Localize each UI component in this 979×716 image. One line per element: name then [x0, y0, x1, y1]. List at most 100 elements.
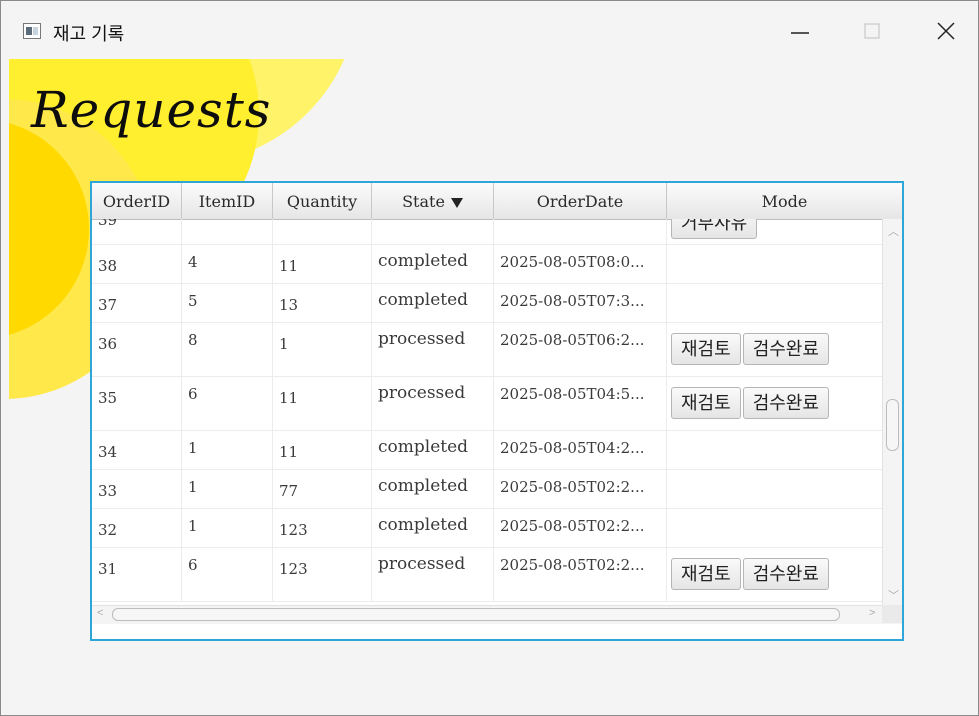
cell-itemid: 6 — [182, 377, 273, 430]
inspection-complete-button[interactable]: 검수완료 — [742, 387, 829, 419]
inspection-complete-button[interactable]: 검수완료 — [742, 558, 829, 590]
cell-orderdate: 2025-08-05T07:3... — [494, 284, 667, 322]
close-button[interactable] — [917, 11, 975, 51]
cell-quantity: 77 — [273, 470, 372, 508]
content-area: Requests OrderID ItemID Quantity State O… — [9, 59, 978, 715]
inspection-complete-button[interactable]: 검수완료 — [742, 333, 829, 365]
cell-orderid: 32 — [92, 509, 182, 547]
column-header-label: Quantity — [286, 192, 358, 211]
cell-itemid: 5 — [182, 284, 273, 322]
cell-orderdate: 2025-08-05T08:0... — [494, 219, 667, 244]
page-heading: Requests — [31, 81, 272, 139]
cell-quantity: 11 — [273, 245, 372, 283]
cell-mode — [667, 509, 882, 547]
review-again-button[interactable]: 재검토 — [671, 333, 741, 365]
close-icon — [937, 22, 955, 40]
cell-state: dismissed — [372, 219, 494, 244]
column-header-orderid[interactable]: OrderID — [92, 183, 182, 219]
column-header-label: State — [402, 192, 445, 211]
table-row[interactable]: 31 6 123 processed 2025-08-05T02:2... 재검토 검수완료 — [92, 548, 882, 602]
review-again-button[interactable]: 재검토 — [671, 387, 741, 419]
cell-mode: 재검토 검수완료 — [667, 377, 882, 430]
table-row[interactable]: 32 1 123 completed 2025-08-05T02:2... — [92, 509, 882, 548]
table-row[interactable]: 38 4 11 completed 2025-08-05T08:0... — [92, 245, 882, 284]
horizontal-scroll-thumb[interactable] — [112, 608, 840, 621]
cell-itemid: 1 — [182, 509, 273, 547]
cell-mode — [667, 470, 882, 508]
cell-orderdate: 2025-08-05T04:5... — [494, 377, 667, 430]
cell-mode — [667, 245, 882, 283]
cell-quantity: 1 — [273, 323, 372, 376]
cell-orderid: 33 — [92, 470, 182, 508]
minimize-button[interactable] — [771, 11, 829, 51]
cell-state: completed — [372, 245, 494, 283]
cell-state: completed — [372, 284, 494, 322]
cell-state: completed — [372, 431, 494, 469]
window-app-icon — [23, 23, 41, 39]
cell-orderid: 35 — [92, 377, 182, 430]
scroll-down-arrow-icon[interactable]: ﹀ — [888, 587, 899, 603]
cell-quantity: 11 — [273, 377, 372, 430]
cell-orderid: 37 — [92, 284, 182, 322]
window-title: 재고 기록 — [53, 24, 125, 44]
cell-orderid: 38 — [92, 245, 182, 283]
column-header-orderdate[interactable]: OrderDate — [494, 183, 667, 219]
table-row[interactable]: 36 8 1 processed 2025-08-05T06:2... 재검토 검수완료 — [92, 323, 882, 377]
cell-itemid: 4 — [182, 245, 273, 283]
table-body: 39 2 18 dismissed 2025-08-05T08:0... 거부사… — [92, 219, 882, 605]
app-window: 재고 기록 Requests OrderID ItemID Quantity S… — [0, 0, 979, 716]
table-row-partial[interactable]: 39 2 18 dismissed 2025-08-05T08:0... 거부사… — [92, 219, 882, 245]
reject-reason-button[interactable]: 거부사유 — [671, 219, 758, 239]
review-again-button[interactable]: 재검토 — [671, 558, 741, 590]
column-header-label: Mode — [761, 192, 808, 211]
cell-quantity: 123 — [273, 548, 372, 601]
title-bar[interactable]: 재고 기록 — [1, 1, 978, 59]
cell-orderdate: 2025-08-05T04:2... — [494, 431, 667, 469]
cell-itemid: 2 — [182, 219, 273, 244]
cell-quantity: 11 — [273, 431, 372, 469]
cell-state: processed — [372, 548, 494, 601]
cell-orderdate: 2025-08-05T02:2... — [494, 548, 667, 601]
cell-quantity: 18 — [273, 219, 372, 244]
cell-mode — [667, 284, 882, 322]
cell-itemid: 1 — [182, 431, 273, 469]
column-header-state[interactable]: State — [372, 183, 494, 219]
cell-quantity: 13 — [273, 284, 372, 322]
cell-itemid: 6 — [182, 548, 273, 601]
cell-state: completed — [372, 470, 494, 508]
cell-mode: 재검토 검수완료 — [667, 548, 882, 601]
scroll-left-arrow-icon[interactable]: < — [97, 607, 103, 619]
scroll-right-arrow-icon[interactable]: > — [869, 607, 875, 619]
horizontal-scrollbar[interactable]: < > — [92, 605, 902, 624]
sort-descending-icon — [450, 197, 463, 208]
cell-orderid: 39 — [92, 219, 182, 244]
scrollbar-corner — [882, 605, 902, 623]
cell-itemid: 8 — [182, 323, 273, 376]
requests-table[interactable]: OrderID ItemID Quantity State OrderDate … — [90, 181, 904, 641]
table-row[interactable]: 35 6 11 processed 2025-08-05T04:5... 재검토 검수완료 — [92, 377, 882, 431]
vertical-scroll-thumb[interactable] — [886, 399, 899, 451]
table-header: OrderID ItemID Quantity State OrderDate … — [92, 183, 902, 220]
column-header-label: OrderDate — [536, 192, 624, 211]
vertical-scrollbar[interactable]: ︿ ﹀ — [882, 219, 902, 605]
cell-orderdate: 2025-08-05T08:0... — [494, 245, 667, 283]
maximize-button[interactable] — [843, 11, 901, 51]
table-row[interactable]: 33 1 77 completed 2025-08-05T02:2... — [92, 470, 882, 509]
column-header-mode[interactable]: Mode — [667, 183, 902, 219]
cell-quantity: 123 — [273, 509, 372, 547]
cell-orderdate: 2025-08-05T06:2... — [494, 323, 667, 376]
scroll-up-arrow-icon[interactable]: ︿ — [888, 223, 899, 239]
table-row[interactable]: 34 1 11 completed 2025-08-05T04:2... — [92, 431, 882, 470]
cell-mode: 거부사유 — [667, 219, 882, 244]
column-header-label: OrderID — [102, 192, 171, 211]
minimize-icon — [791, 32, 809, 34]
column-header-itemid[interactable]: ItemID — [182, 183, 273, 219]
cell-orderdate: 2025-08-05T02:2... — [494, 470, 667, 508]
column-header-quantity[interactable]: Quantity — [273, 183, 372, 219]
table-row[interactable]: 37 5 13 completed 2025-08-05T07:3... — [92, 284, 882, 323]
cell-mode — [667, 431, 882, 469]
cell-state: completed — [372, 509, 494, 547]
maximize-icon — [864, 23, 880, 39]
cell-mode: 재검토 검수완료 — [667, 323, 882, 376]
cell-state: processed — [372, 377, 494, 430]
